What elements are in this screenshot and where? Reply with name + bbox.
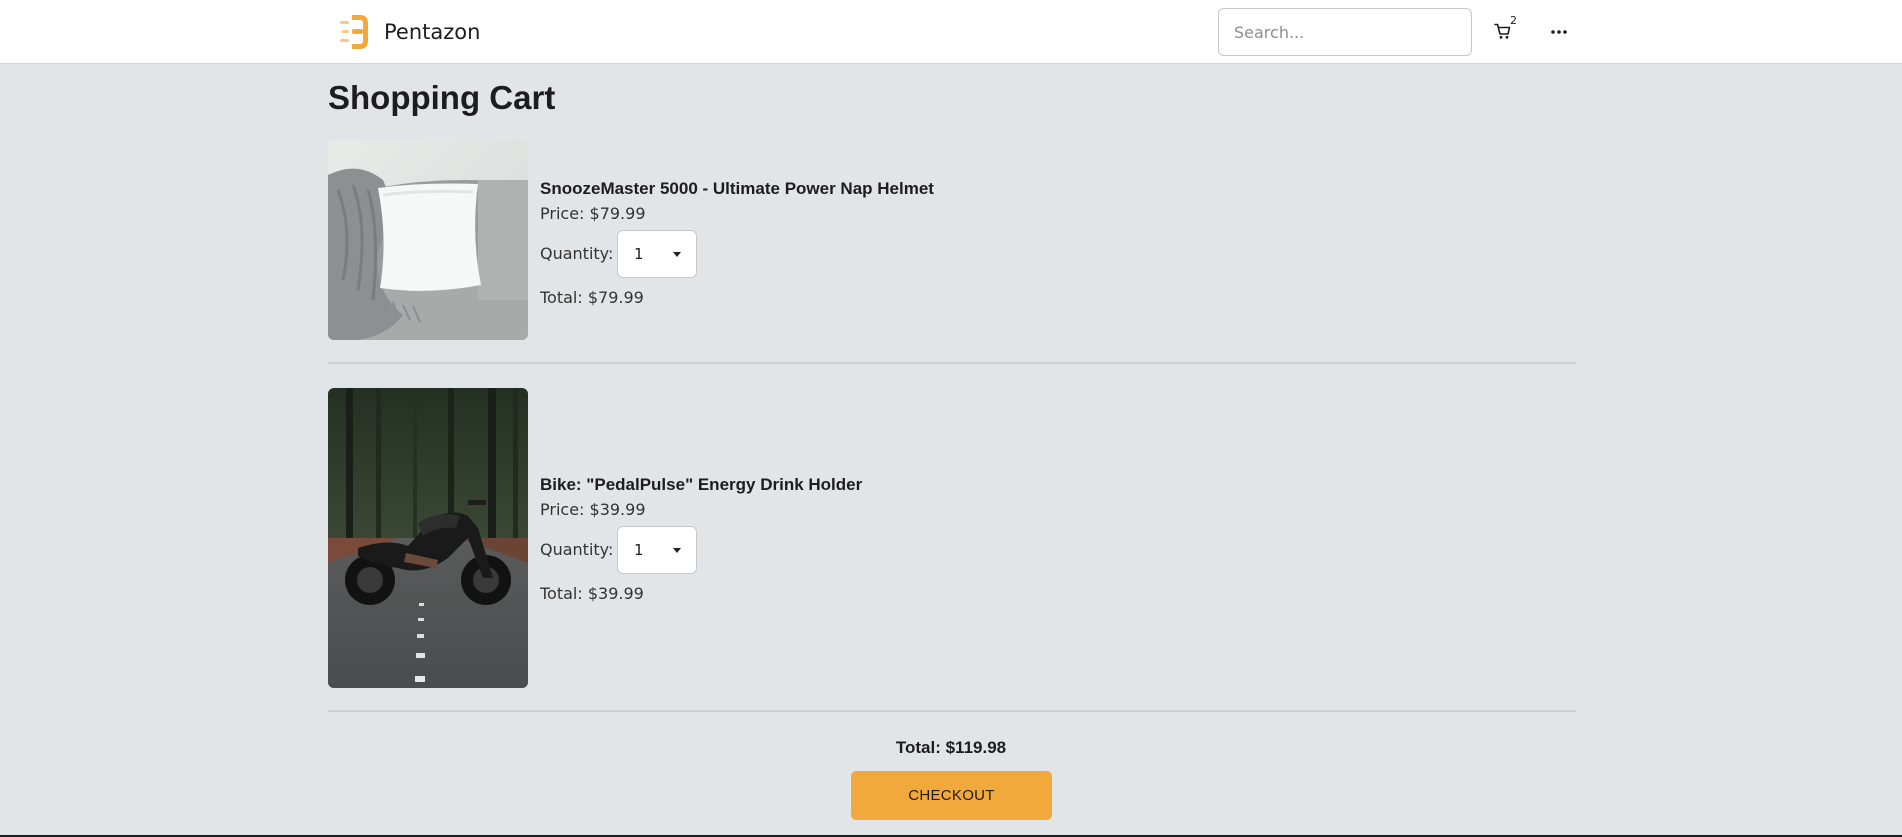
pillow-photo (328, 140, 528, 340)
quantity-label: Quantity: (540, 244, 614, 263)
cart-count-badge: 2 (1510, 14, 1517, 27)
product-price: Price: $39.99 (540, 500, 646, 519)
more-options-button[interactable] (1546, 18, 1574, 46)
brand-name[interactable]: Pentazon (384, 19, 480, 45)
cart-grand-total: Total: $119.98 (895, 738, 1007, 757)
item-details: SnoozeMaster 5000 - Ultimate Power Nap H… (540, 178, 1140, 310)
more-horizontal-icon (1551, 30, 1567, 34)
product-image[interactable] (328, 140, 528, 340)
quantity-select[interactable]: 1 (617, 230, 697, 278)
item-total: Total: $39.99 (540, 584, 644, 603)
quantity-row: Quantity: 1 (540, 526, 1140, 574)
cart-button[interactable]: 2 (1490, 14, 1522, 50)
quantity-select[interactable]: 1 (617, 526, 697, 574)
divider (328, 710, 1576, 712)
motorcycle-photo (328, 388, 528, 688)
item-details: Bike: "PedalPulse" Energy Drink Holder P… (540, 474, 1140, 606)
quantity-label: Quantity: (540, 540, 614, 559)
pentazon-logo-icon[interactable] (340, 12, 372, 52)
product-image[interactable] (328, 388, 528, 688)
quantity-value: 1 (634, 245, 644, 263)
cart-item: Bike: "PedalPulse" Energy Drink Holder P… (328, 388, 1576, 688)
product-name[interactable]: Bike: "PedalPulse" Energy Drink Holder (540, 474, 1140, 498)
search-input[interactable] (1218, 8, 1472, 56)
top-header: Pentazon 2 (0, 0, 1902, 64)
divider (328, 362, 1576, 364)
caret-down-icon (673, 548, 681, 553)
page-title: Shopping Cart (328, 79, 556, 116)
caret-down-icon (673, 252, 681, 257)
shopping-cart-icon (1494, 23, 1511, 39)
quantity-value: 1 (634, 541, 644, 559)
product-price: Price: $79.99 (540, 204, 646, 223)
quantity-row: Quantity: 1 (540, 230, 1140, 278)
cart-item: SnoozeMaster 5000 - Ultimate Power Nap H… (328, 140, 1576, 340)
checkout-button[interactable]: CHECKOUT (851, 771, 1052, 820)
product-name[interactable]: SnoozeMaster 5000 - Ultimate Power Nap H… (540, 178, 1140, 202)
item-total: Total: $79.99 (540, 288, 644, 307)
